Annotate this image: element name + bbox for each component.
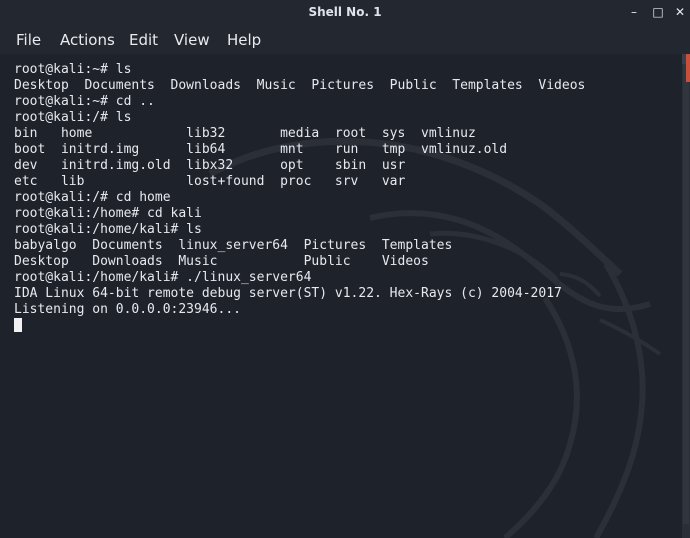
- menu-file[interactable]: File: [16, 31, 41, 49]
- title-bar: Shell No. 1 – □ ✕: [0, 0, 690, 26]
- scrollbar-thumb[interactable]: [683, 54, 689, 524]
- menu-actions[interactable]: Actions: [60, 31, 115, 49]
- terminal-output: root@kali:~# ls Desktop Documents Downlo…: [14, 62, 586, 317]
- minimize-icon: –: [631, 5, 637, 19]
- accent-strip: [686, 54, 690, 82]
- minimize-button[interactable]: –: [626, 4, 642, 20]
- maximize-button[interactable]: □: [650, 4, 666, 20]
- scrollbar[interactable]: [682, 54, 690, 538]
- terminal-window: Shell No. 1 – □ ✕ File Actions Edit View…: [0, 0, 690, 538]
- menu-view[interactable]: View: [174, 31, 210, 49]
- menu-bar: File Actions Edit View Help: [0, 26, 690, 54]
- terminal-cursor: [14, 318, 22, 332]
- close-button[interactable]: ✕: [672, 4, 688, 20]
- terminal-area[interactable]: root@kali:~# ls Desktop Documents Downlo…: [0, 54, 690, 538]
- window-title: Shell No. 1: [308, 5, 382, 19]
- maximize-icon: □: [652, 5, 664, 19]
- menu-edit[interactable]: Edit: [129, 31, 158, 49]
- menu-help[interactable]: Help: [227, 31, 261, 49]
- close-icon: ✕: [674, 5, 686, 19]
